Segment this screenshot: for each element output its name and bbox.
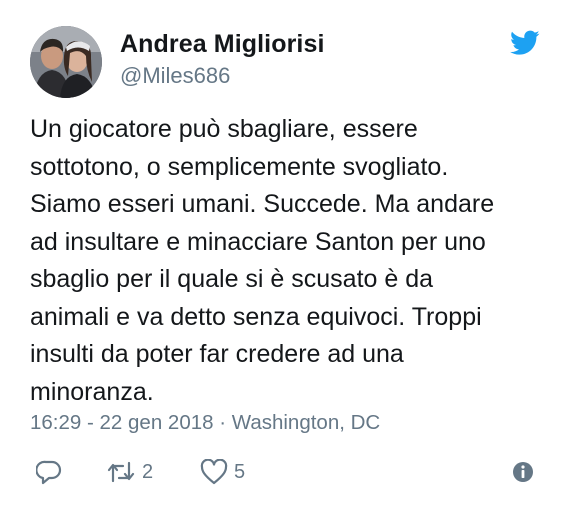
retweet-button[interactable]: 2 [106, 456, 153, 488]
retweet-count: 2 [142, 460, 154, 483]
user-handle[interactable]: @Miles686 [120, 63, 230, 89]
like-button[interactable]: 5 [200, 456, 245, 488]
display-name[interactable]: Andrea Migliorisi [120, 30, 325, 59]
info-icon [513, 462, 533, 482]
like-count: 5 [234, 460, 246, 483]
twitter-bird-icon[interactable] [510, 30, 540, 56]
info-button[interactable] [512, 456, 534, 488]
retweet-icon [107, 461, 135, 483]
tweet-timestamp[interactable]: 16:29 - 22 gen 2018 · Washington, DC [30, 411, 380, 435]
tweet-actions: 2 5 [30, 456, 540, 488]
avatar-photo [30, 26, 102, 98]
tweet-card: Andrea Migliorisi @Miles686 Un giocatore… [0, 0, 566, 505]
reply-button[interactable] [36, 456, 62, 488]
heart-icon [200, 459, 228, 485]
avatar[interactable] [30, 26, 102, 98]
tweet-text: Un giocatore può sbagliare, essere sotto… [30, 115, 495, 406]
reply-icon [36, 460, 62, 485]
